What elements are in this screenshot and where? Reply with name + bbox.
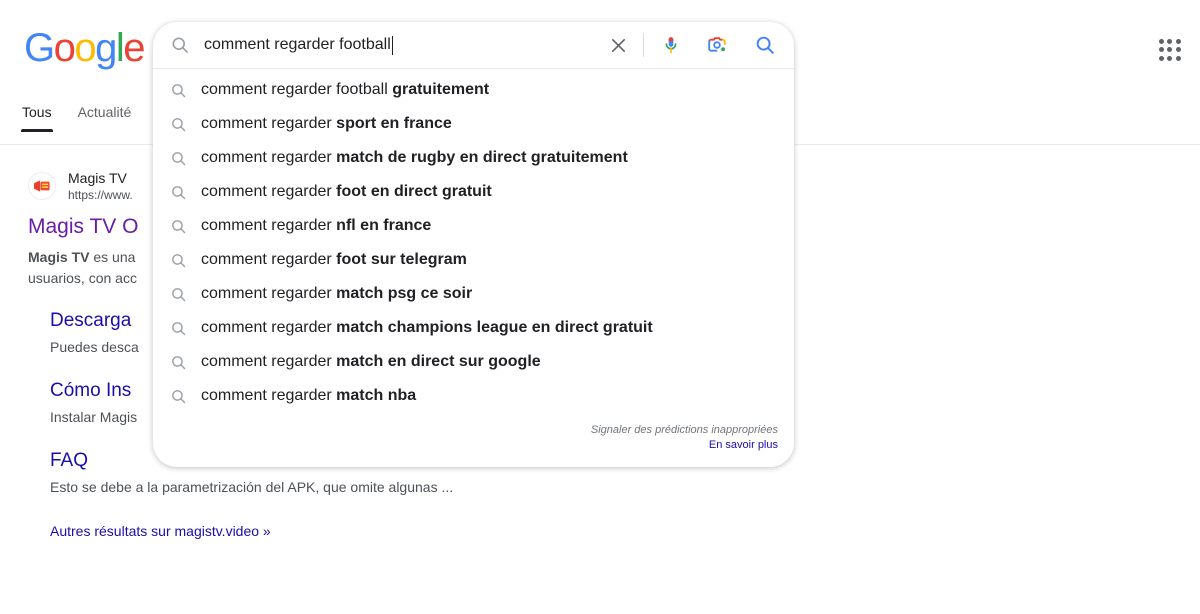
- suggestion-prefix: comment regarder: [201, 149, 337, 166]
- suggestion-completion: match champions league en direct gratuit: [336, 319, 653, 336]
- search-icon: [170, 286, 187, 303]
- suggestion-item[interactable]: comment regarder football gratuitement: [153, 73, 794, 107]
- search-icon: [170, 150, 187, 167]
- suggestion-text: comment regarder match en direct sur goo…: [201, 352, 541, 372]
- suggestion-item[interactable]: comment regarder foot en direct gratuit: [153, 175, 794, 209]
- result-site-info: Magis TV https://www.: [68, 170, 133, 203]
- apps-dot: [1175, 39, 1181, 45]
- suggestion-prefix: comment regarder: [201, 183, 337, 200]
- google-search-results-page: Google Tous Actualité Magis TV https://w…: [0, 0, 1200, 614]
- text-caret: [391, 35, 393, 55]
- search-icon: [170, 252, 187, 269]
- suggestion-prefix: comment regarder: [201, 285, 337, 302]
- apps-dot: [1159, 47, 1165, 53]
- tab-actualite-label: Actualité: [77, 104, 132, 120]
- tab-actualite[interactable]: Actualité: [78, 104, 132, 132]
- suggestion-completion: match nba: [336, 387, 417, 404]
- apps-grid-icon[interactable]: [1156, 36, 1184, 64]
- apps-dot: [1167, 39, 1173, 45]
- search-bar: comment regarder football: [153, 22, 794, 68]
- suggestion-prefix: comment regarder: [201, 115, 337, 132]
- suggestion-text: comment regarder foot sur telegram: [201, 250, 467, 270]
- suggestion-prefix: comment regarder: [201, 387, 337, 404]
- suggestion-text: comment regarder football gratuitement: [201, 80, 489, 100]
- sitelink-description: Esto se debe a la parametrización del AP…: [50, 478, 454, 495]
- suggestions-list: comment regarder football gratuitement c…: [153, 69, 794, 413]
- suggestion-completion: match psg ce soir: [336, 285, 473, 302]
- search-input[interactable]: comment regarder football: [204, 33, 603, 57]
- search-icon: [170, 218, 187, 235]
- suggestion-item[interactable]: comment regarder sport en france: [153, 107, 794, 141]
- apps-dot: [1159, 55, 1165, 61]
- tab-tous[interactable]: Tous: [21, 104, 53, 132]
- suggestion-completion: foot en direct gratuit: [336, 183, 492, 200]
- suggestion-item[interactable]: comment regarder match nba: [153, 379, 794, 413]
- search-icon: [170, 320, 187, 337]
- suggestion-completion: sport en france: [336, 115, 452, 132]
- apps-dot: [1175, 55, 1181, 61]
- suggestions-footer: Signaler des prédictions inappropriées E…: [153, 413, 794, 467]
- site-favicon: [28, 172, 56, 201]
- suggestion-text: comment regarder sport en france: [201, 114, 452, 134]
- suggestion-text: comment regarder match champions league …: [201, 318, 653, 338]
- search-input-value: comment regarder football: [204, 36, 391, 53]
- suggestion-text: comment regarder match psg ce soir: [201, 284, 472, 304]
- search-icon: [170, 354, 187, 371]
- more-results-link[interactable]: Autres résultats sur magistv.video »: [50, 521, 271, 541]
- suggestion-item[interactable]: comment regarder foot sur telegram: [153, 243, 794, 277]
- actions-divider: [643, 33, 644, 57]
- suggestion-completion: gratuitement: [392, 81, 490, 98]
- google-lens-icon[interactable]: [702, 30, 732, 60]
- logo-letter-g1: G: [24, 26, 55, 70]
- suggestion-item[interactable]: comment regarder nfl en france: [153, 209, 794, 243]
- suggestion-item[interactable]: comment regarder match de rugby en direc…: [153, 141, 794, 175]
- search-bar-actions: [603, 30, 780, 60]
- search-icon: [170, 184, 187, 201]
- suggestion-prefix: comment regarder: [201, 217, 337, 234]
- suggestion-text: comment regarder match de rugby en direc…: [201, 148, 628, 168]
- suggestion-prefix: comment regarder: [201, 353, 337, 370]
- result-url: https://www.: [68, 187, 133, 202]
- search-icon: [170, 35, 190, 55]
- report-predictions-link[interactable]: Signaler des prédictions inappropriées: [169, 423, 778, 438]
- learn-more-link[interactable]: En savoir plus: [169, 438, 778, 453]
- suggestion-item[interactable]: comment regarder match champions league …: [153, 311, 794, 345]
- suggestion-text: comment regarder foot en direct gratuit: [201, 182, 492, 202]
- suggestion-item[interactable]: comment regarder match en direct sur goo…: [153, 345, 794, 379]
- close-icon[interactable]: [603, 30, 633, 60]
- apps-dot: [1167, 47, 1173, 53]
- snippet-bold-term: Magis TV: [28, 248, 90, 265]
- logo-letter-o1: o: [53, 26, 76, 70]
- search-nav-tabs: Tous Actualité: [21, 104, 132, 132]
- suggestion-completion: match en direct sur google: [336, 353, 541, 370]
- apps-dot: [1175, 47, 1181, 53]
- search-icon: [170, 388, 187, 405]
- tab-tous-label: Tous: [22, 104, 52, 120]
- suggestion-prefix: comment regarder football: [201, 81, 393, 98]
- suggestion-prefix: comment regarder: [201, 251, 337, 268]
- google-logo[interactable]: Google: [24, 26, 145, 70]
- search-icon: [170, 82, 187, 99]
- microphone-icon[interactable]: [656, 30, 686, 60]
- suggestion-completion: foot sur telegram: [336, 251, 467, 268]
- result-site-name: Magis TV: [68, 170, 127, 186]
- suggestion-item[interactable]: comment regarder match psg ce soir: [153, 277, 794, 311]
- search-submit-icon[interactable]: [750, 30, 780, 60]
- search-box-with-suggestions: comment regarder football comment regard…: [153, 22, 794, 467]
- suggestion-prefix: comment regarder: [201, 319, 337, 336]
- suggestion-text: comment regarder match nba: [201, 386, 416, 406]
- logo-letter-g2: g: [95, 26, 117, 70]
- apps-dot: [1167, 55, 1173, 61]
- snippet-rest: es una: [89, 248, 136, 265]
- search-icon: [170, 116, 187, 133]
- suggestion-text: comment regarder nfl en france: [201, 216, 431, 236]
- logo-letter-o2: o: [74, 26, 96, 70]
- snippet-line-2: usuarios, con acc: [28, 269, 137, 286]
- suggestion-completion: nfl en france: [336, 217, 432, 234]
- suggestion-completion: match de rugby en direct gratuitement: [336, 149, 628, 166]
- logo-letter-e: e: [123, 26, 145, 70]
- apps-dot: [1159, 39, 1165, 45]
